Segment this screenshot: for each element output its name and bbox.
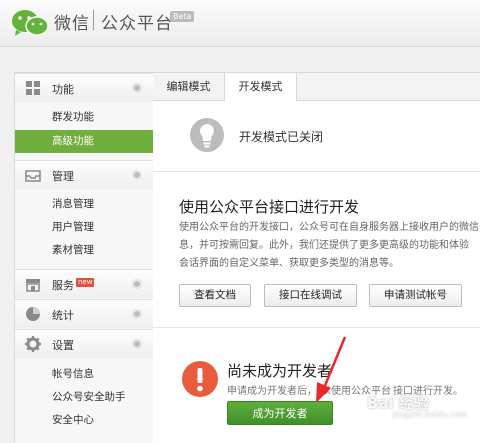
collapse-toggle-icon[interactable] xyxy=(132,279,142,289)
tab-dev-mode[interactable]: 开发模式 xyxy=(225,73,297,101)
description-line: 使用公众平台的开发接口，公众号可在自身服务器上接收用户的微信 xyxy=(179,222,479,233)
sidebar-item-security-center[interactable]: 安全中心 xyxy=(15,409,154,432)
sidebar-group-settings[interactable]: 设置 xyxy=(15,329,154,358)
section-divider xyxy=(153,327,480,328)
brand-divider xyxy=(93,10,94,30)
sidebar-group-label: 设置 xyxy=(52,339,74,352)
online-debug-button[interactable]: 接口在线调试 xyxy=(264,284,357,307)
developer-status-title: 尚未成为开发者 xyxy=(227,362,333,380)
collapse-toggle-icon[interactable] xyxy=(132,170,142,180)
wechat-logo-icon xyxy=(12,10,49,36)
sidebar-item-users[interactable]: 用户管理 xyxy=(15,216,154,239)
baidu-watermark-url: jingyan.baidu.com xyxy=(393,410,467,419)
dev-mode-status-text: 开发模式已关闭 xyxy=(239,130,324,144)
grid-icon xyxy=(26,81,40,95)
description-line: 息，并可按需回复。此外，我们还提供了更多更高级的功能和体验 xyxy=(179,240,469,251)
brand-subtitle: 公众平台 xyxy=(101,14,173,34)
sidebar-item-mass-send[interactable]: 群发功能 xyxy=(15,106,154,129)
sidebar-group-features[interactable]: 功能 xyxy=(15,73,154,102)
sidebar-item-account-info[interactable]: 帐号信息 xyxy=(15,363,154,386)
description-part: 申请成为开发者后， xyxy=(227,386,317,397)
sidebar-group-label: 统计 xyxy=(52,309,74,322)
gear-icon xyxy=(25,336,41,352)
dev-section-title: 使用公众平台接口进行开发 xyxy=(179,198,360,216)
dev-section-description: 使用公众平台的开发接口，公众号可在自身服务器上接收用户的微信 息，并可按需回复。… xyxy=(179,219,479,273)
pie-chart-icon xyxy=(26,307,40,321)
inbox-icon xyxy=(25,170,41,182)
tab-edit-mode[interactable]: 编辑模式 xyxy=(153,73,225,100)
sidebar-group-services[interactable]: 服务 new xyxy=(15,269,154,298)
sidebar-item-materials[interactable]: 素材管理 xyxy=(15,239,154,262)
mode-tabs: 编辑模式 开发模式 xyxy=(153,73,480,101)
apply-test-account-button[interactable]: 申请测试帐号 xyxy=(369,284,462,307)
collapse-toggle-icon[interactable] xyxy=(132,83,142,93)
exclamation-icon xyxy=(182,361,218,397)
sidebar-group-manage[interactable]: 管理 xyxy=(15,160,154,189)
sidebar-group-stats[interactable]: 统计 xyxy=(15,299,154,328)
view-docs-button[interactable]: 查看文档 xyxy=(179,284,251,307)
sidebar-item-security-assistant[interactable]: 公众号安全助手 xyxy=(15,386,154,409)
lightbulb-icon xyxy=(190,118,224,152)
beta-badge: Beta xyxy=(170,11,195,22)
sidebar-item-messages[interactable]: 消息管理 xyxy=(15,193,154,216)
dev-mode-status: 开发模式已关闭 xyxy=(153,101,480,172)
sidebar: 功能 群发功能 高级功能 管理 消息管理 用户管理 素材管理 服务 new 统计 xyxy=(14,72,155,443)
store-icon xyxy=(26,279,40,292)
collapse-toggle-icon[interactable] xyxy=(132,339,142,349)
brand-name: 微信 xyxy=(54,14,90,34)
sidebar-group-label: 功能 xyxy=(52,83,74,96)
top-header: 微信 公众平台 Beta xyxy=(0,0,480,47)
description-line: 会话界面的自定义菜单、获取更多类型的消息等。 xyxy=(179,258,399,269)
sidebar-group-label: 服务 xyxy=(52,279,74,292)
main-panel: 编辑模式 开发模式 开发模式已关闭 使用公众平台接口进行开发 使用公众平台的开发… xyxy=(153,72,480,443)
sidebar-item-advanced[interactable]: 高级功能 xyxy=(15,130,154,153)
become-developer-button[interactable]: 成为开发者 xyxy=(227,401,333,425)
sidebar-group-label: 管理 xyxy=(52,170,74,183)
collapse-toggle-icon[interactable] xyxy=(132,309,142,319)
new-badge: new xyxy=(76,278,95,287)
